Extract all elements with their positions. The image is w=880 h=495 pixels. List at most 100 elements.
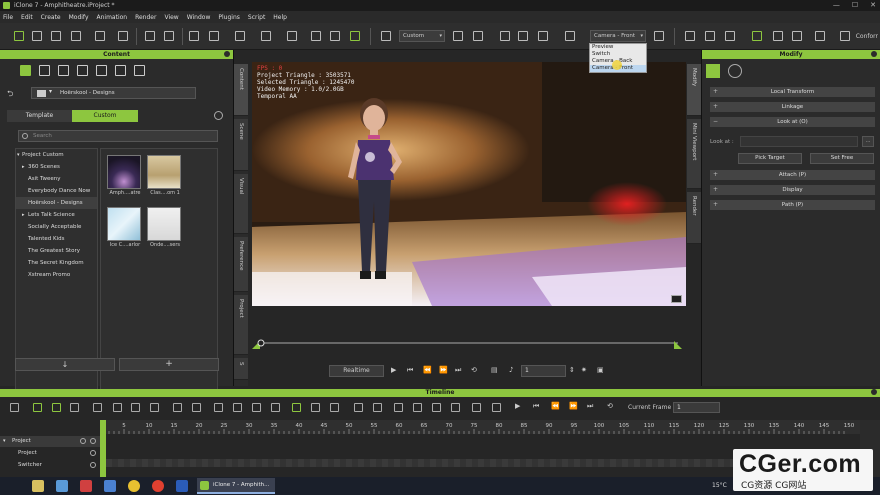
tab-project[interactable]: Project [234, 295, 248, 355]
realtime-toggle[interactable]: Realtime [329, 365, 384, 377]
save-icon[interactable] [51, 31, 61, 41]
puppet-icon[interactable] [725, 31, 735, 41]
add-marker-icon[interactable] [311, 403, 320, 412]
menu-create[interactable]: Create [41, 14, 61, 21]
tab-mini-viewport[interactable]: Mini Viewport [687, 119, 701, 189]
open-folder-icon[interactable] [32, 31, 42, 41]
loop-icon[interactable]: ⟲ [471, 366, 477, 374]
3d-viewport[interactable]: FPS : 0 Project Triangle : 3503571 Selec… [252, 62, 686, 306]
loop-range-icon[interactable] [93, 403, 102, 412]
tab-template[interactable]: Template [7, 110, 72, 122]
paste-icon[interactable] [271, 403, 280, 412]
chrome-icon[interactable] [128, 480, 140, 492]
edit-motion-icon[interactable] [705, 31, 715, 41]
play-icon[interactable]: ▶ [391, 366, 396, 374]
transition-icon[interactable] [192, 403, 201, 412]
key-mode-icon[interactable] [292, 403, 301, 412]
copy-icon[interactable] [252, 403, 261, 412]
section-display[interactable]: + Display [710, 185, 875, 195]
tab-render[interactable]: Render [687, 192, 701, 244]
fast-forward-icon[interactable]: ⏩ [439, 366, 448, 374]
sliders-icon[interactable] [706, 64, 720, 78]
expand-arrow-icon[interactable]: ▾ [17, 149, 20, 161]
brush-tool-icon[interactable] [815, 31, 825, 41]
undo-icon[interactable] [145, 31, 155, 41]
play-icon[interactable]: ▶ [515, 402, 520, 410]
menu-render[interactable]: Render [135, 14, 156, 21]
expand-arrow-icon[interactable]: ▸ [22, 161, 25, 173]
range-end-icon[interactable] [472, 403, 481, 412]
apply-down-button[interactable]: ↓ [15, 358, 115, 371]
video-camera-icon[interactable] [654, 31, 664, 41]
menu-plugins[interactable]: Plugins [218, 14, 240, 21]
thumbnail-item[interactable]: Ice C....arlor [107, 207, 143, 248]
thumbnail-item[interactable]: Amph....atre [107, 155, 143, 196]
maximize-button[interactable]: ☐ [852, 1, 858, 9]
section-attach[interactable]: + Attach (P) [710, 170, 875, 180]
scene-category-icon[interactable] [20, 64, 31, 76]
import-icon[interactable] [95, 31, 105, 41]
tree-item[interactable]: Talented Kids [16, 233, 97, 245]
taskbar-iclone-button[interactable]: iClone 7 - Amphith... [197, 478, 275, 494]
motion-category-icon[interactable] [58, 64, 69, 76]
next-key-icon[interactable]: ⏭ [455, 366, 461, 375]
menu-window[interactable]: Window [187, 14, 211, 21]
avatar-category-icon[interactable] [39, 64, 50, 76]
tree-item[interactable]: Asit Tweeny [16, 173, 97, 185]
track-close-icon[interactable] [90, 462, 96, 468]
camera-option-preview[interactable]: Preview [590, 44, 646, 51]
close-button[interactable]: ✕ [870, 1, 876, 9]
section-look-at[interactable]: − Look at (O) [710, 117, 875, 127]
camera-dropdown[interactable]: Camera - Front ▾ [590, 30, 646, 42]
tree-item[interactable]: Socially Acceptable [16, 221, 97, 233]
time-scrubber[interactable] [252, 337, 682, 349]
minimize-button[interactable]: — [833, 1, 840, 9]
rotate-icon[interactable] [235, 31, 245, 41]
section-local-transform[interactable]: + Local Transform [710, 87, 875, 97]
tree-item[interactable]: Everybody Dance Now [16, 185, 97, 197]
select-arrow-icon[interactable] [189, 31, 199, 41]
reset-icon[interactable] [233, 403, 242, 412]
taskbar-app-icon[interactable] [104, 480, 116, 492]
track-list-icon[interactable] [10, 403, 19, 412]
look-at-target-field[interactable] [740, 136, 858, 147]
settings-gear-icon[interactable]: ✷ [581, 366, 587, 374]
tab-scene[interactable]: Scene [234, 119, 248, 171]
frame-stepper-icon[interactable]: ⇕ [569, 366, 575, 374]
tree-item[interactable]: ▸ 360 Scenes [16, 161, 97, 173]
taskbar-app-icon[interactable] [56, 480, 68, 492]
tree-item[interactable]: The Secret Kingdom [16, 257, 97, 269]
visibility-eye-icon[interactable] [350, 31, 360, 41]
section-path[interactable]: + Path (P) [710, 200, 875, 210]
taskbar-app-icon[interactable] [80, 480, 92, 492]
light-icon[interactable] [453, 31, 463, 41]
view-mode-dropdown[interactable]: Custom ▾ [399, 30, 445, 42]
next-marker-icon[interactable] [354, 403, 363, 412]
track-close-icon[interactable] [90, 450, 96, 456]
camera-tools-icon[interactable] [565, 31, 575, 41]
conform-icon[interactable] [840, 31, 850, 41]
zoom-fit-icon[interactable] [432, 403, 441, 412]
file-explorer-icon[interactable] [32, 480, 44, 492]
tab-visual[interactable]: Visual [234, 174, 248, 234]
camera-category-icon[interactable] [96, 64, 107, 76]
menu-help[interactable]: Help [273, 14, 287, 21]
flatten-icon[interactable] [131, 403, 140, 412]
tree-item[interactable]: Xstream Promo [16, 269, 97, 281]
delete-key-icon[interactable] [150, 403, 159, 412]
marker-list-icon[interactable] [373, 403, 382, 412]
fullscreen-icon[interactable]: ▣ [597, 366, 604, 374]
sync-icon[interactable] [492, 403, 501, 412]
menu-view[interactable]: View [164, 14, 178, 21]
playhead[interactable] [100, 420, 106, 477]
atom-icon[interactable] [728, 64, 742, 78]
loop-icon[interactable]: ⟲ [607, 402, 613, 410]
move-icon[interactable] [209, 31, 219, 41]
thumbnail-item[interactable]: Onde....sers [147, 207, 183, 248]
section-linkage[interactable]: + Linkage [710, 102, 875, 112]
export-icon[interactable] [118, 31, 128, 41]
frame-input[interactable]: 1 [521, 365, 566, 377]
previous-key-icon[interactable]: ⏮ [407, 366, 413, 375]
timeline-ruler[interactable]: 5 10 15 20 25 30 35 40 45 50 55 60 65 70 75 80 85 90 95 100… [100, 420, 860, 434]
track-toggle-icon[interactable] [80, 438, 86, 444]
